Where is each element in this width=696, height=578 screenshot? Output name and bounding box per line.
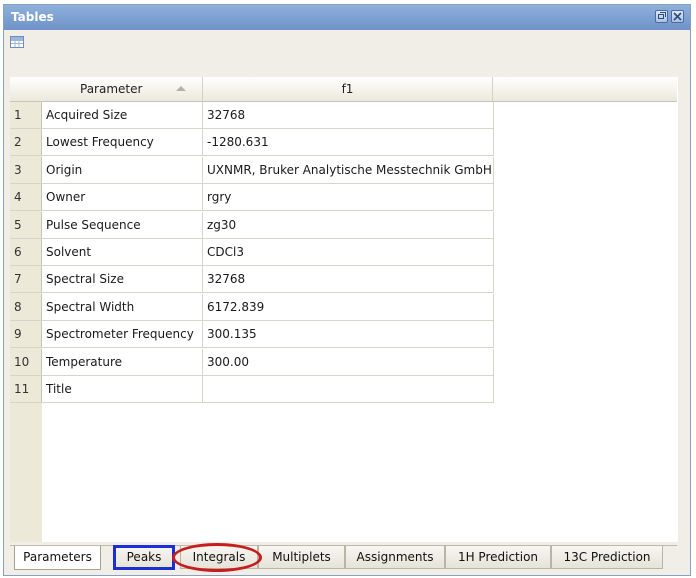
parameter-cell[interactable]: Spectral Width: [42, 294, 203, 320]
value-cell[interactable]: -1280.631: [203, 129, 494, 155]
tab-bar: Parameters Peaks Integrals Multiplets Assign…: [10, 545, 677, 571]
table-row[interactable]: 9 Spectrometer Frequency 300.135: [10, 321, 494, 348]
row-number[interactable]: 9: [10, 321, 42, 347]
value-cell[interactable]: 32768: [203, 266, 494, 292]
tab-peaks[interactable]: Peaks: [113, 545, 175, 570]
table-row[interactable]: 8 Spectral Width 6172.839: [10, 294, 494, 321]
tab-parameters[interactable]: Parameters: [14, 546, 101, 570]
value-cell[interactable]: 300.135: [203, 321, 494, 347]
row-number[interactable]: 7: [10, 266, 42, 292]
value-cell[interactable]: rgry: [203, 184, 494, 210]
table-row[interactable]: 4 Owner rgry: [10, 184, 494, 211]
parameter-cell[interactable]: Origin: [42, 157, 203, 183]
tab-integrals[interactable]: Integrals: [180, 546, 258, 569]
column-header-f1-label: f1: [341, 82, 354, 96]
value-cell[interactable]: CDCl3: [203, 239, 494, 265]
row-number[interactable]: 2: [10, 129, 42, 155]
value-cell[interactable]: UXNMR, Bruker Analytische Messtechnik Gm…: [203, 157, 494, 183]
parameter-cell[interactable]: Solvent: [42, 239, 203, 265]
parameter-cell[interactable]: Acquired Size: [42, 102, 203, 128]
title-bar[interactable]: Tables: [4, 5, 690, 30]
table-row[interactable]: 2 Lowest Frequency -1280.631: [10, 129, 494, 156]
row-number[interactable]: 11: [10, 376, 42, 402]
column-header-parameter[interactable]: Parameter: [42, 77, 203, 101]
row-number[interactable]: 10: [10, 349, 42, 375]
value-cell[interactable]: zg30: [203, 212, 494, 238]
row-number[interactable]: 3: [10, 157, 42, 183]
parameter-cell[interactable]: Pulse Sequence: [42, 212, 203, 238]
parameter-cell[interactable]: Owner: [42, 184, 203, 210]
table-row[interactable]: 6 Solvent CDCl3: [10, 239, 494, 266]
row-number[interactable]: 5: [10, 212, 42, 238]
tab-1h-prediction[interactable]: 1H Prediction: [445, 546, 551, 569]
tab-multiplets[interactable]: Multiplets: [258, 546, 345, 569]
column-header-f1[interactable]: f1: [203, 77, 493, 101]
column-header-parameter-label: Parameter: [80, 82, 143, 96]
tab-assignments[interactable]: Assignments: [345, 546, 445, 569]
parameter-cell[interactable]: Spectral Size: [42, 266, 203, 292]
window-title: Tables: [11, 10, 54, 24]
parameter-cell[interactable]: Temperature: [42, 349, 203, 375]
table-row[interactable]: 7 Spectral Size 32768: [10, 266, 494, 293]
row-number[interactable]: 1: [10, 102, 42, 128]
close-icon[interactable]: [671, 10, 684, 23]
table-row[interactable]: 3 Origin UXNMR, Bruker Analytische Messtec…: [10, 157, 494, 184]
table-row[interactable]: 5 Pulse Sequence zg30: [10, 212, 494, 239]
restore-icon[interactable]: [655, 10, 668, 23]
row-number[interactable]: 4: [10, 184, 42, 210]
tab-13c-prediction[interactable]: 13C Prediction: [551, 546, 663, 569]
table-row[interactable]: 11 Title: [10, 376, 494, 403]
parameter-cell[interactable]: Lowest Frequency: [42, 129, 203, 155]
row-number[interactable]: 8: [10, 294, 42, 320]
parameter-cell[interactable]: Title: [42, 376, 203, 402]
value-cell[interactable]: 6172.839: [203, 294, 494, 320]
value-cell[interactable]: [203, 376, 494, 402]
table-view-icon[interactable]: [10, 36, 24, 48]
value-cell[interactable]: 32768: [203, 102, 494, 128]
table-row[interactable]: 10 Temperature 300.00: [10, 349, 494, 376]
toolbar: [4, 30, 690, 56]
value-cell[interactable]: 300.00: [203, 349, 494, 375]
table-header: Parameter f1: [10, 77, 677, 102]
parameter-cell[interactable]: Spectrometer Frequency: [42, 321, 203, 347]
sort-ascending-icon: [176, 86, 186, 91]
row-number[interactable]: 6: [10, 239, 42, 265]
table-row[interactable]: 1 Acquired Size 32768: [10, 102, 494, 129]
